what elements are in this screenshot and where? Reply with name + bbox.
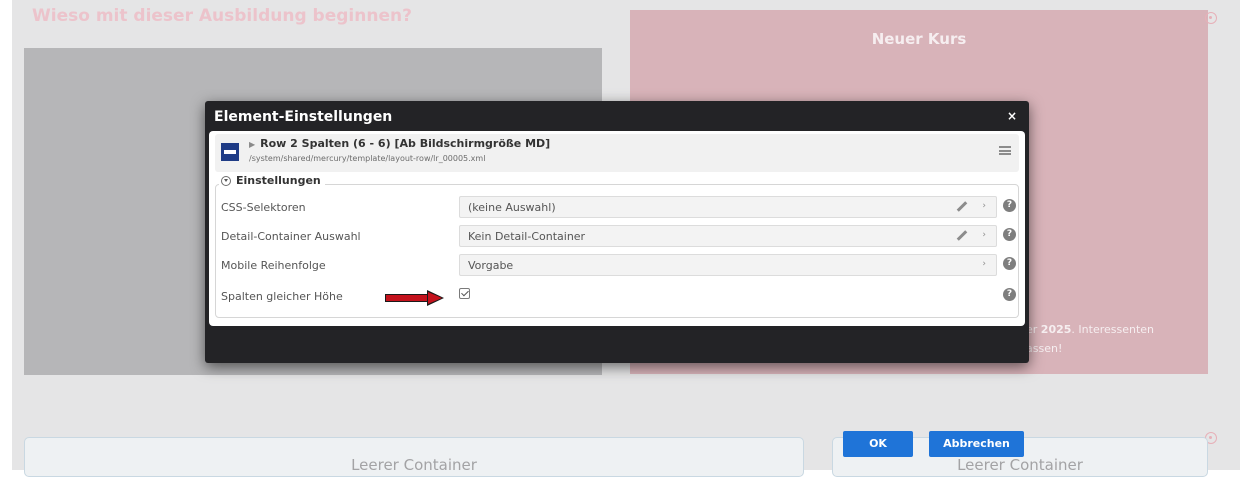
new-course-text-c: . Interessenten — [1071, 323, 1155, 336]
element-settings-icon[interactable] — [1205, 12, 1217, 24]
ok-button[interactable]: OK — [843, 431, 913, 457]
hamburger-menu-icon[interactable] — [999, 146, 1011, 155]
new-course-text: er 2025. Interessenten assen! — [1026, 320, 1154, 358]
cancel-button[interactable]: Abbrechen — [929, 431, 1024, 457]
settings-legend-label: Einstellungen — [236, 174, 321, 187]
help-icon[interactable]: ? — [1003, 288, 1016, 301]
help-icon[interactable]: ? — [1003, 228, 1016, 241]
chevron-right-icon[interactable]: › — [982, 201, 986, 211]
help-icon[interactable]: ? — [1003, 199, 1016, 212]
setting-label: Detail-Container Auswahl — [221, 230, 361, 243]
pencil-icon[interactable] — [956, 230, 968, 241]
red-arrow-annotation-icon — [385, 290, 444, 306]
row-element-icon — [221, 143, 239, 161]
select-value: (keine Auswahl) — [468, 201, 556, 214]
empty-container-left-label: Leerer Container — [351, 456, 477, 474]
new-course-text-line2: assen! — [1026, 342, 1063, 355]
setting-label: CSS-Selektoren — [221, 201, 306, 214]
settings-legend[interactable]: Einstellungen — [219, 174, 325, 187]
element-path: /system/shared/mercury/template/layout-r… — [249, 154, 486, 163]
dialog-title: Element-Einstellungen — [214, 109, 393, 125]
css-selectors-select[interactable]: (keine Auswahl) › — [459, 196, 997, 218]
dialog-body: ▶ Row 2 Spalten (6 - 6) [Ab Bildschirmgrö… — [209, 131, 1025, 326]
setting-row-equal-height: Spalten gleicher Höhe ? — [221, 285, 1016, 309]
select-value: Vorgabe — [468, 259, 514, 272]
select-value: Kein Detail-Container — [468, 230, 586, 243]
setting-row-mobile-order: Mobile Reihenfolge Vorgabe › ? — [221, 254, 1016, 278]
element-header: ▶ Row 2 Spalten (6 - 6) [Ab Bildschirmgrö… — [215, 134, 1019, 172]
setting-row-css-selectors: CSS-Selektoren (keine Auswahl) › ? — [221, 196, 1016, 220]
equal-height-checkbox[interactable] — [459, 288, 470, 299]
element-title[interactable]: ▶ Row 2 Spalten (6 - 6) [Ab Bildschirmgrö… — [249, 137, 550, 150]
chevron-right-icon[interactable]: › — [982, 259, 986, 269]
expand-triangle-icon[interactable]: ▶ — [249, 140, 255, 149]
pencil-icon[interactable] — [956, 201, 968, 212]
close-icon[interactable]: × — [1007, 109, 1017, 123]
element-settings-dialog: Element-Einstellungen × ▶ Row 2 Spalten (… — [205, 101, 1029, 457]
section-heading: Wieso mit dieser Ausbildung beginnen? — [32, 6, 412, 26]
mobile-order-select[interactable]: Vorgabe › — [459, 254, 997, 276]
empty-container-right-label: Leerer Container — [957, 456, 1083, 474]
detail-container-select[interactable]: Kein Detail-Container › — [459, 225, 997, 247]
new-course-text-year: 2025 — [1040, 323, 1072, 336]
new-course-title: Neuer Kurs — [871, 30, 967, 48]
setting-label: Spalten gleicher Höhe — [221, 290, 343, 303]
element-title-text: Row 2 Spalten (6 - 6) [Ab Bildschirmgröß… — [260, 137, 551, 150]
help-icon[interactable]: ? — [1003, 257, 1016, 270]
setting-row-detail-container: Detail-Container Auswahl Kein Detail-Con… — [221, 225, 1016, 249]
collapse-toggle-icon[interactable] — [221, 175, 231, 186]
chevron-right-icon[interactable]: › — [982, 230, 986, 240]
setting-label: Mobile Reihenfolge — [221, 259, 326, 272]
